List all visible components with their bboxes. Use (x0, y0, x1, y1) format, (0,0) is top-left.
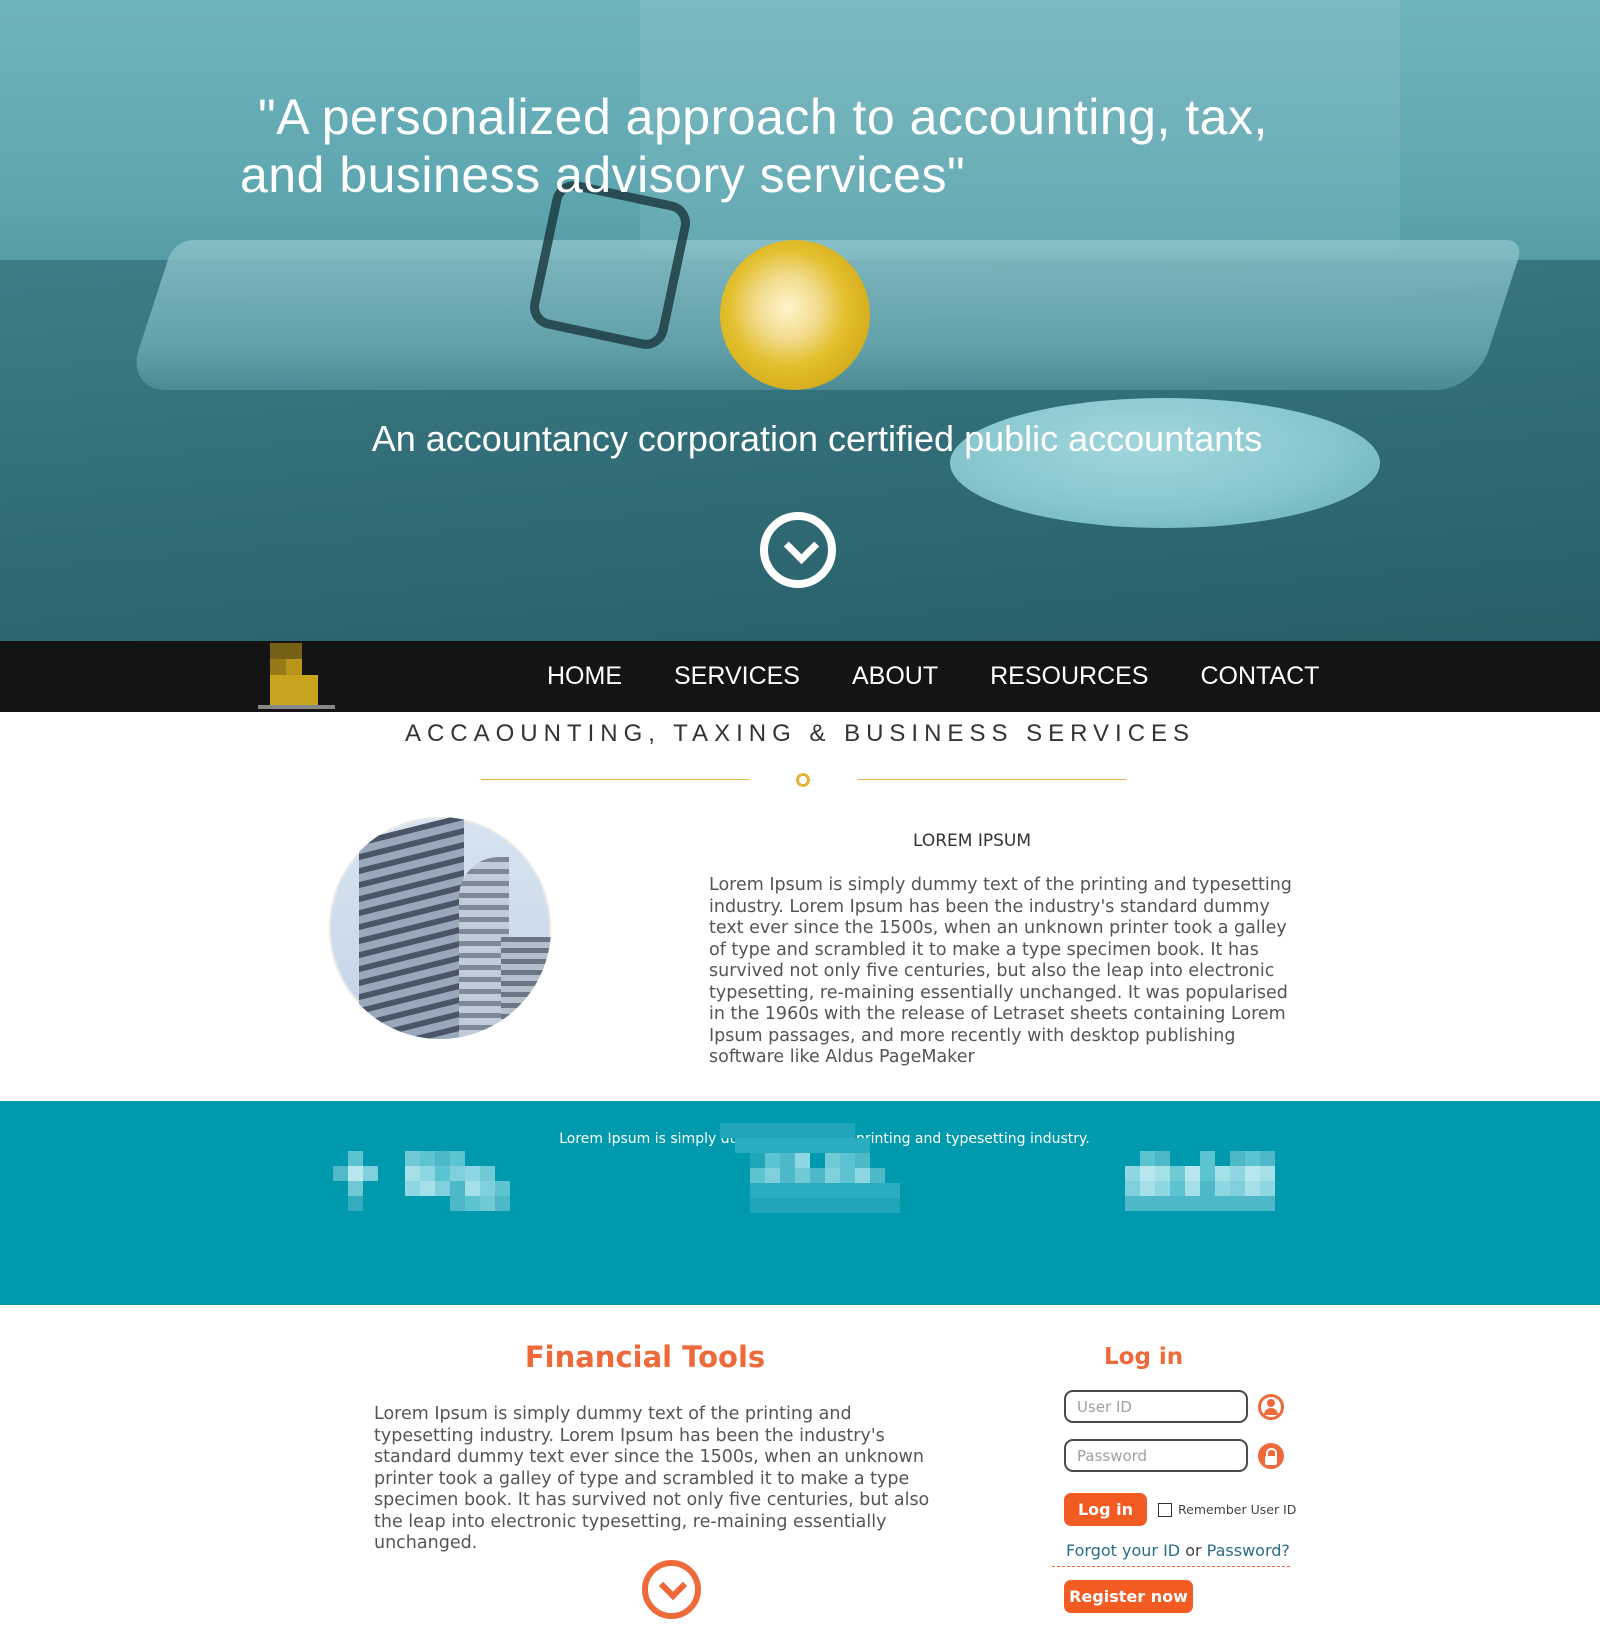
divider-left (481, 779, 749, 780)
about-title: LOREM IPSUM (913, 831, 1032, 851)
nav-logo[interactable] (258, 643, 335, 709)
remember-user-id-label: Remember User ID (1178, 1502, 1297, 1517)
financial-tools-title: Financial Tools (524, 1340, 766, 1374)
remember-user-id-checkbox[interactable] (1158, 1503, 1172, 1517)
login-button[interactable]: Log in (1064, 1493, 1147, 1526)
nav-logo-base (258, 705, 335, 709)
nav-logo-block (270, 659, 286, 675)
hero-quote: "A personalized approach to accounting, … (240, 88, 1420, 204)
section-title: ACCAOUNTING, TAXING & BUSINESS SERVICES (404, 720, 1196, 747)
divider-dot (796, 773, 810, 787)
nav-menu: HOME SERVICES ABOUT RESOURCES CONTACT (547, 641, 1371, 712)
forgot-password-link[interactable]: Password? (1207, 1541, 1290, 1560)
financial-tools-text: Lorem Ipsum is simply dummy text of the … (374, 1404, 930, 1553)
user-id-input[interactable] (1064, 1390, 1248, 1423)
nav-item-services[interactable]: SERVICES (674, 662, 800, 691)
hero-banner: "A personalized approach to accounting, … (0, 0, 1600, 641)
nav-item-about[interactable]: ABOUT (852, 662, 938, 691)
nav-item-contact[interactable]: CONTACT (1200, 662, 1319, 691)
building-tower (359, 817, 464, 1039)
lock-icon (1258, 1443, 1284, 1469)
nav-logo-block (286, 643, 302, 659)
building-image (329, 817, 551, 1039)
nav-logo-block (270, 643, 286, 659)
about-text: Lorem Ipsum is simply dummy text of the … (709, 875, 1292, 1067)
chevron-down-circle-icon[interactable] (760, 512, 836, 588)
dashed-divider (1052, 1566, 1290, 1567)
divider-right (858, 779, 1126, 780)
nav-logo-block (286, 659, 302, 675)
nav-item-resources[interactable]: RESOURCES (990, 662, 1148, 691)
feature-band: Lorem Ipsum is simply dummy text of the … (0, 1101, 1600, 1305)
login-title: Log in (1104, 1344, 1184, 1370)
forgot-or-text: or (1180, 1541, 1207, 1560)
hero-subtitle: An accountancy corporation certified pub… (371, 418, 1263, 459)
nav-logo-block (270, 675, 318, 705)
chevron-down-circle-icon[interactable] (642, 1560, 701, 1619)
register-button[interactable]: Register now (1064, 1580, 1193, 1613)
password-input[interactable] (1064, 1439, 1248, 1472)
forgot-credentials: Forgot your ID or Password? (1066, 1541, 1290, 1560)
main-navbar: HOME SERVICES ABOUT RESOURCES CONTACT (0, 641, 1600, 712)
logo-emblem (720, 240, 870, 390)
forgot-id-link[interactable]: Forgot your ID (1066, 1541, 1180, 1560)
building-tower (501, 937, 551, 1039)
hero-quote-line2: and business advisory services" (240, 147, 966, 203)
hero-quote-line1: "A personalized approach to accounting, … (258, 89, 1268, 145)
nav-item-home[interactable]: HOME (547, 662, 622, 691)
user-icon (1258, 1394, 1284, 1420)
